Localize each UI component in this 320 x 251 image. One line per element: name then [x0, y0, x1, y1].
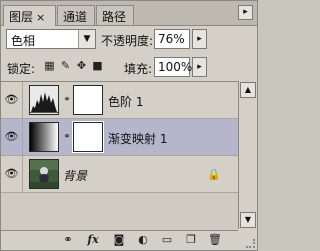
layer-name[interactable]: 色阶 1	[108, 93, 143, 110]
opacity-slider-button[interactable]: ▸	[192, 29, 207, 49]
layer-mask-thumbnail[interactable]	[73, 85, 103, 115]
layer-background[interactable]: 👁 背景 🔒	[1, 156, 238, 193]
layer-mask-thumbnail[interactable]	[72, 121, 104, 153]
tab-layers-label: 图层	[9, 10, 34, 24]
eye-icon[interactable]: 👁	[1, 156, 23, 192]
opacity-label: 不透明度:	[101, 34, 154, 48]
mask-icon[interactable]: ◙	[112, 233, 126, 247]
lock-position-icon[interactable]: ✥	[75, 59, 88, 72]
background-image-thumbnail	[29, 159, 59, 189]
layers-panel: 图层 × 通道 路径 ▸ 色相 ▼ 不透明度: 76% ▸ 锁定: ▦ ✎ ✥ ■…	[0, 0, 258, 251]
link-icon[interactable]: ⚭	[61, 233, 75, 247]
adjustment-icon[interactable]: ◐	[136, 233, 150, 247]
layers-scrollbar[interactable]: ▲ ▼	[238, 81, 257, 229]
layer-name[interactable]: 渐变映射 1	[108, 130, 167, 147]
lock-image-icon[interactable]: ✎	[59, 59, 72, 72]
trash-icon[interactable]: 🗑	[208, 233, 222, 247]
tab-layers[interactable]: 图层 ×	[3, 5, 56, 26]
tab-close-icon[interactable]: ×	[36, 11, 45, 24]
new-layer-icon[interactable]: ❐	[184, 233, 198, 247]
chain-link-icon[interactable]: ⚭	[63, 130, 71, 144]
scroll-up-button[interactable]: ▲	[240, 82, 256, 98]
fx-icon[interactable]: fx	[84, 233, 102, 247]
scroll-down-button[interactable]: ▼	[240, 212, 256, 228]
levels-adjustment-thumbnail	[29, 85, 59, 115]
fill-label: 填充:	[124, 62, 153, 76]
chain-link-icon[interactable]: ⚭	[63, 93, 71, 107]
eye-icon[interactable]: 👁	[1, 119, 23, 155]
layer-gradient-map[interactable]: 👁 ⚭ 渐变映射 1	[1, 119, 238, 156]
layer-levels[interactable]: 👁 ⚭ 色阶 1	[1, 82, 238, 119]
eye-icon[interactable]: 👁	[1, 82, 23, 118]
layer-name[interactable]: 背景	[63, 167, 87, 184]
group-icon[interactable]: ▭	[160, 233, 174, 247]
resize-grip-icon[interactable]	[246, 239, 255, 248]
layers-list: 👁 ⚭ 色阶 1 👁 ⚭ 渐变映射 1 👁 背景 🔒	[1, 81, 238, 231]
fill-slider-button[interactable]: ▸	[192, 57, 207, 77]
blend-mode-select[interactable]: 色相 ▼	[6, 29, 96, 49]
panel-menu-button[interactable]: ▸	[238, 5, 253, 20]
tab-channels[interactable]: 通道	[57, 5, 95, 25]
lock-all-icon[interactable]: ■	[91, 59, 104, 72]
gradient-map-thumbnail	[29, 122, 59, 152]
tab-channels-label: 通道	[63, 10, 88, 24]
lock-icon: 🔒	[207, 168, 221, 181]
lock-transparent-icon[interactable]: ▦	[43, 59, 56, 72]
lock-label: 锁定:	[7, 62, 36, 76]
tab-paths[interactable]: 路径	[96, 5, 134, 25]
tab-paths-label: 路径	[102, 10, 127, 24]
chevron-down-icon[interactable]: ▼	[78, 30, 95, 48]
layers-toolbar: ⚭ fx ◙ ◐ ▭ ❐ 🗑	[1, 230, 257, 250]
fill-input[interactable]: 100%	[154, 57, 192, 77]
panel-tabs: 图层 × 通道 路径 ▸	[1, 1, 257, 26]
opacity-input[interactable]: 76%	[154, 29, 190, 49]
blend-mode-value: 色相	[11, 34, 36, 48]
